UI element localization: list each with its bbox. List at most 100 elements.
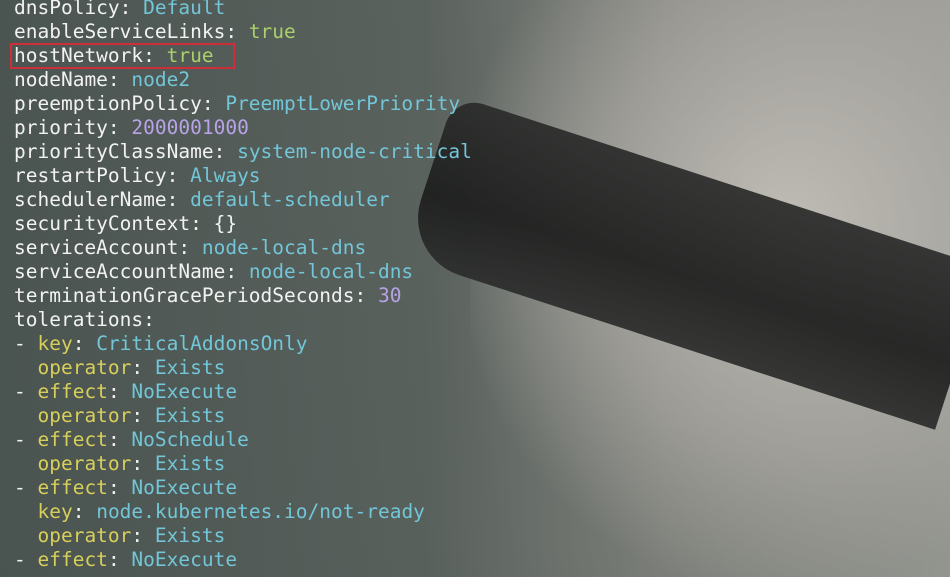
yaml-line: key: node.kubernetes.io/not-ready [14,500,472,524]
yaml-value: true [166,44,214,67]
list-dash: - [14,476,38,499]
yaml-line: - effect: NoExecute [14,380,472,404]
yaml-separator: : [131,524,155,547]
yaml-separator: : [225,20,249,43]
yaml-separator: : [107,428,132,451]
yaml-line: enableServiceLinks: true [14,20,472,44]
yaml-key: tolerations [14,308,144,331]
yaml-value: CriticalAddonsOnly [96,332,308,355]
yaml-key: securityContext [14,212,191,235]
yaml-value: 2000001000 [131,116,249,139]
yaml-separator: : [72,332,97,355]
yaml-line: - key: CriticalAddonsOnly [14,332,472,356]
yaml-key: operator [37,356,132,379]
yaml-key: dnsPolicy [14,0,120,19]
yaml-separator: : [354,284,378,307]
yaml-value: Always [190,164,261,187]
yaml-separator: : [131,356,155,379]
yaml-value: Exists [154,452,226,475]
yaml-separator: : [107,380,132,403]
list-dash: - [14,332,38,355]
yaml-key: restartPolicy [14,164,167,187]
yaml-line: operator: Exists [14,356,472,380]
yaml-line: serviceAccountName: node-local-dns [14,260,472,284]
yaml-separator: : [107,116,132,139]
yaml-key: nodeName [14,68,108,91]
yaml-separator: : [107,68,132,91]
yaml-key: serviceAccountName [14,260,226,283]
yaml-separator: : [119,0,144,19]
yaml-value: Default [143,0,226,19]
yaml-key: operator [37,404,132,427]
yaml-key: terminationGracePeriodSeconds [14,284,355,307]
yaml-line: terminationGracePeriodSeconds: 30 [14,284,472,308]
yaml-value: node-local-dns [201,236,367,259]
yaml-line: tolerations: [14,308,472,332]
yaml-separator: : [107,476,132,499]
yaml-line: - effect: NoExecute [14,476,472,500]
yaml-value: NoExecute [131,476,238,499]
yaml-separator: : [131,452,155,475]
yaml-line: nodeName: node2 [14,68,472,92]
yaml-line: operator: Exists [14,404,472,428]
yaml-key: effect [37,380,108,403]
yaml-key: effect [37,548,108,571]
yaml-value: true [248,20,296,43]
yaml-value: node.kubernetes.io/not-ready [96,500,425,523]
yaml-key: schedulerName [14,188,167,211]
yaml-key: serviceAccount [14,236,179,259]
terminal-output[interactable]: dnsPolicy: Default enableServiceLinks: tr… [14,0,472,572]
yaml-separator: : [72,500,97,523]
yaml-value: NoExecute [131,548,238,571]
yaml-key: priority [14,116,108,139]
yaml-key: hostNetwork [14,44,144,67]
yaml-separator: : [166,164,191,187]
yaml-separator: : [107,548,132,571]
yaml-separator: : [131,404,155,427]
yaml-key: enableServiceLinks [14,20,226,43]
yaml-value: node-local-dns [248,260,414,283]
yaml-separator: : [178,236,202,259]
yaml-line: schedulerName: default-scheduler [14,188,472,212]
yaml-line-highlighted: hostNetwork: true [14,44,472,68]
yaml-key: effect [37,428,108,451]
yaml-value: Exists [154,356,226,379]
yaml-separator: : [225,260,249,283]
yaml-value: PreemptLowerPriority [225,92,461,115]
yaml-line: serviceAccount: node-local-dns [14,236,472,260]
yaml-value: Exists [154,404,226,427]
yaml-line: priorityClassName: system-node-critical [14,140,472,164]
yaml-separator: : [213,140,238,163]
yaml-key: operator [37,452,132,475]
yaml-separator: : [143,44,167,67]
yaml-separator: : [166,188,191,211]
yaml-line: - effect: NoExecute [14,548,472,572]
yaml-key: key [37,332,73,355]
list-dash: - [14,380,38,403]
yaml-value: {} [213,212,238,235]
yaml-key: operator [37,524,132,547]
yaml-separator: : [201,92,226,115]
yaml-key: priorityClassName [14,140,214,163]
yaml-line: operator: Exists [14,524,472,548]
yaml-line: restartPolicy: Always [14,164,472,188]
yaml-value: default-scheduler [190,188,390,211]
yaml-line: securityContext: {} [14,212,472,236]
yaml-separator: : [190,212,214,235]
yaml-key: key [37,500,73,523]
yaml-line: dnsPolicy: Default [14,0,472,20]
yaml-key: preemptionPolicy [14,92,202,115]
yaml-line: preemptionPolicy: PreemptLowerPriority [14,92,472,116]
yaml-value: 30 [377,284,402,307]
yaml-separator: : [143,308,155,331]
list-dash: - [14,428,38,451]
yaml-value: NoExecute [131,380,238,403]
yaml-line: priority: 2000001000 [14,116,472,140]
yaml-line: - effect: NoSchedule [14,428,472,452]
yaml-value: Exists [154,524,226,547]
